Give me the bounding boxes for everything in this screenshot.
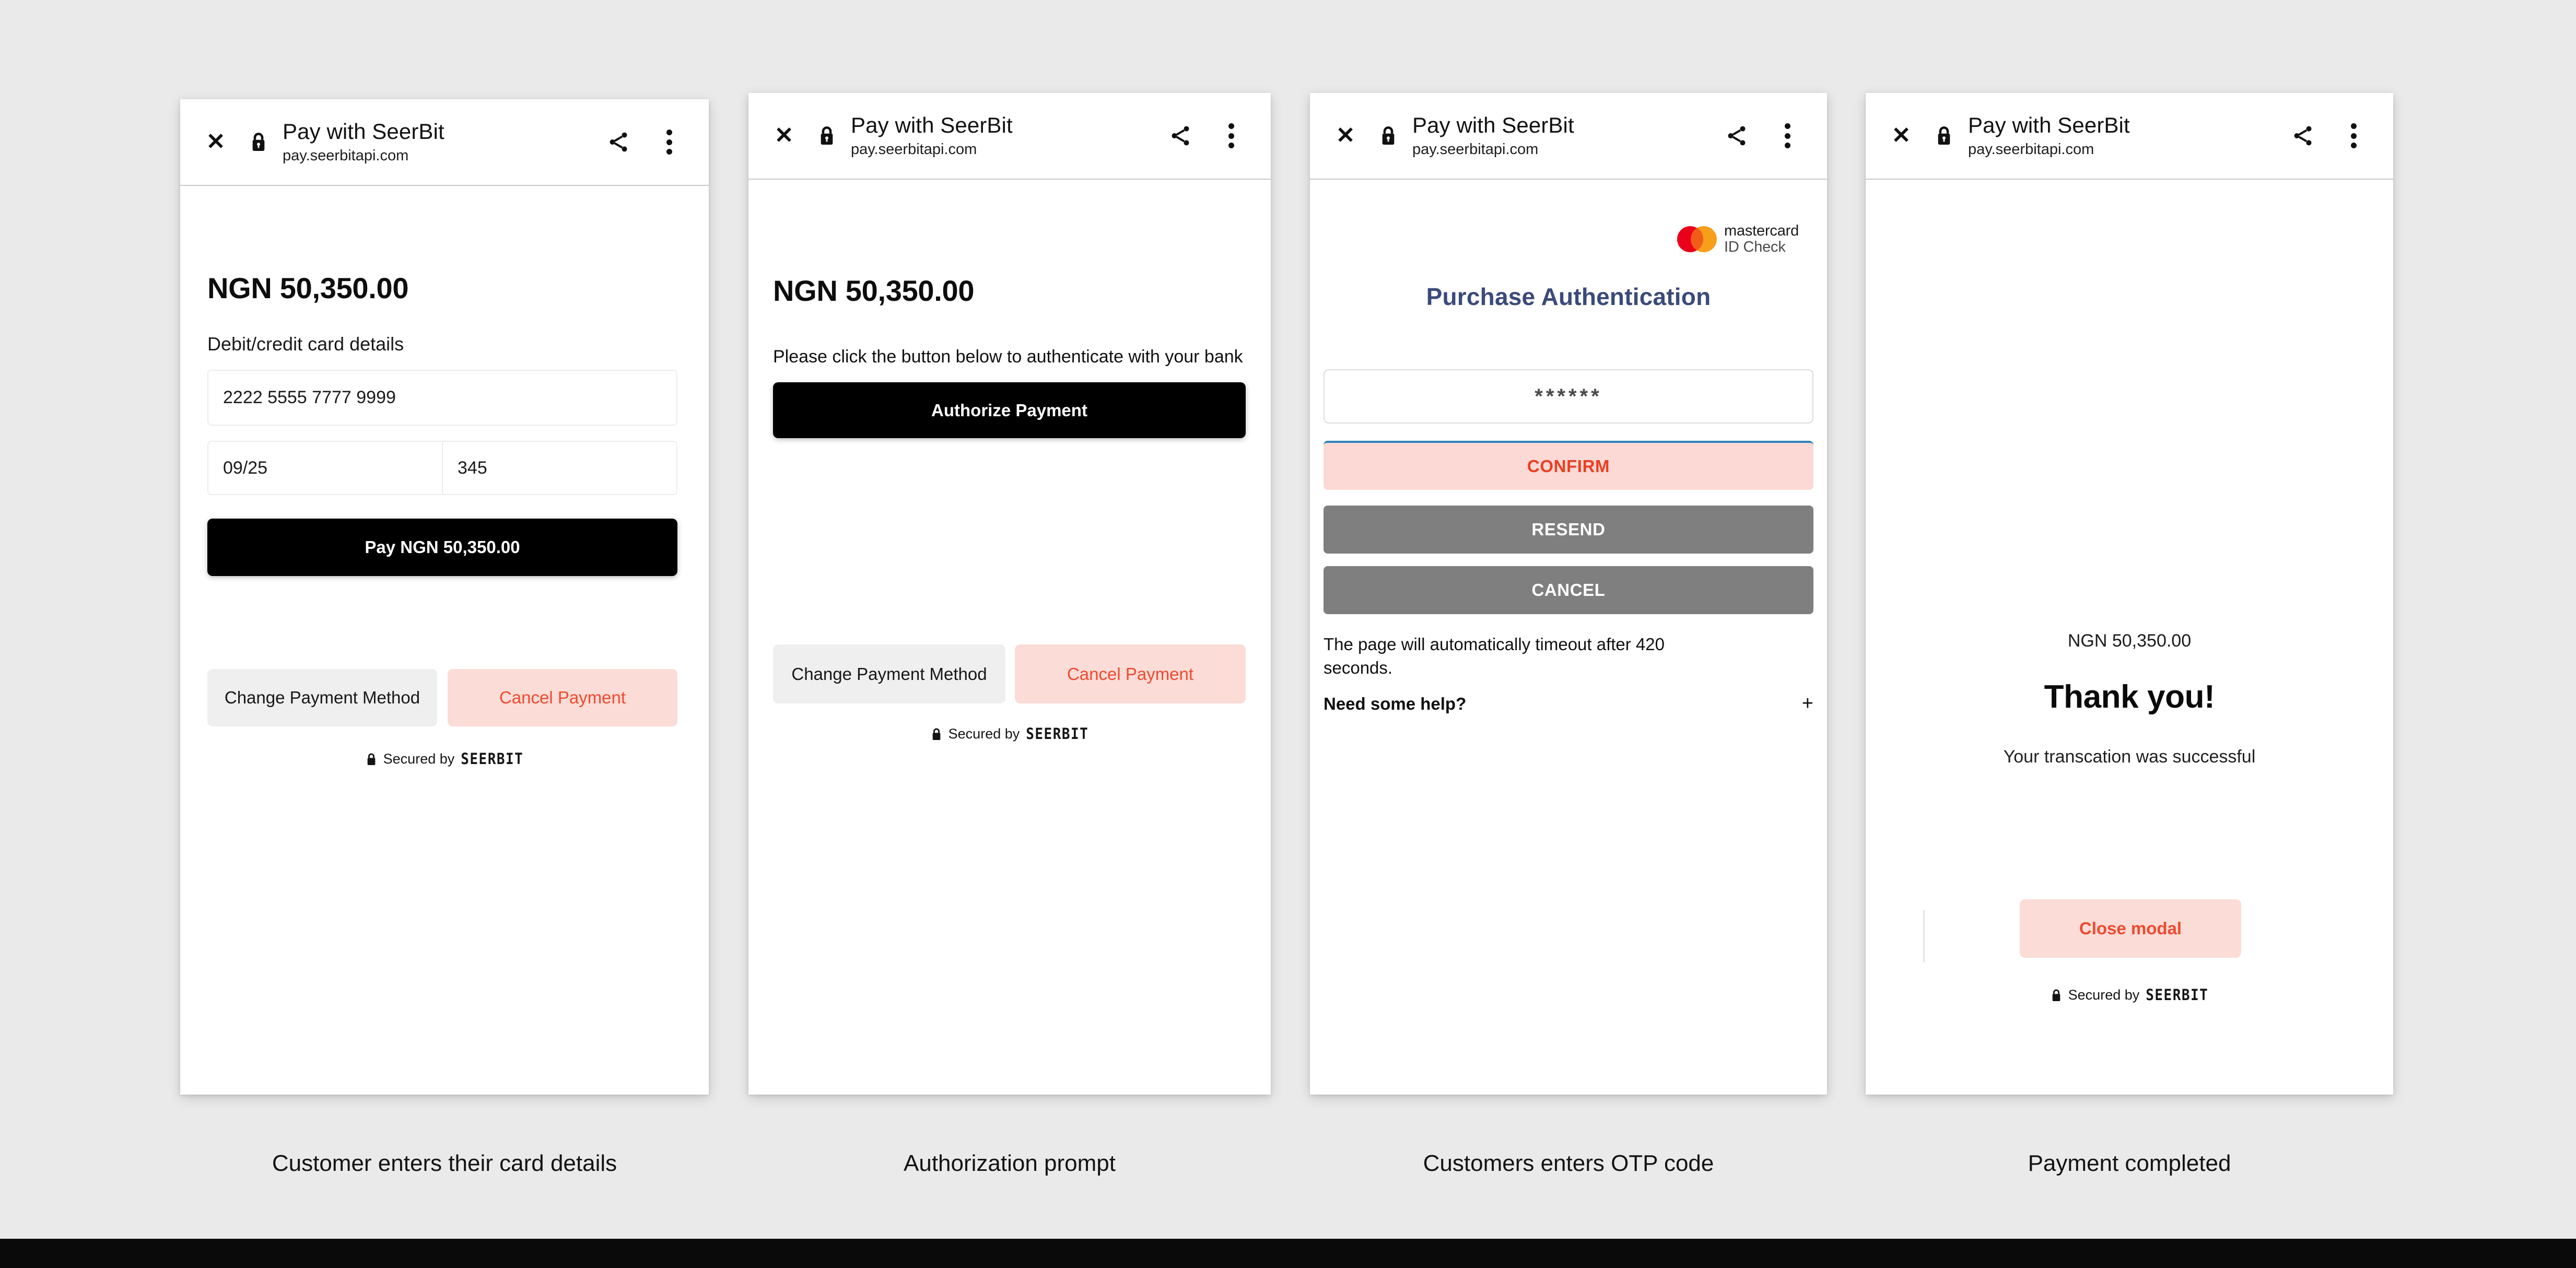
vertical-divider	[1923, 910, 1925, 962]
mastercard-wordmark: mastercard ID Check	[1724, 223, 1799, 255]
cvv-input[interactable]: 345	[442, 442, 676, 494]
share-icon[interactable]	[1167, 123, 1193, 149]
change-payment-method-button[interactable]: Change Payment Method	[773, 644, 1005, 703]
secured-by-footer: Secured by SEERBIT	[748, 725, 1271, 743]
plus-icon[interactable]: +	[1802, 692, 1813, 715]
card-number-input[interactable]: 2222 5555 7777 9999	[207, 370, 677, 426]
purchase-authentication-title: Purchase Authentication	[1426, 283, 1711, 310]
slide-canvas: ✕ Pay with SeerBit pay.seerbitapi.com NG…	[0, 0, 2576, 1239]
timeout-notice: The page will automatically timeout afte…	[1324, 635, 1665, 677]
need-help-label: Need some help?	[1324, 694, 1467, 713]
panel-body: NGN 50,350.00 Debit/credit card details …	[180, 186, 709, 1095]
mastercard-id-check-logo: mastercard ID Check	[1677, 223, 1799, 255]
more-vertical-icon[interactable]	[2343, 122, 2364, 149]
lock-icon	[249, 131, 268, 153]
secured-text: Secured by	[948, 726, 1020, 742]
amount-display: NGN 50,350.00	[207, 272, 409, 304]
mastercard-circles-icon	[1677, 226, 1717, 252]
thank-you-title: Thank you!	[2044, 679, 2215, 715]
caption-card-details: Customer enters their card details	[272, 1150, 617, 1176]
cancel-payment-button[interactable]: Cancel Payment	[1015, 644, 1246, 703]
secured-text: Secured by	[383, 751, 455, 767]
authorize-payment-button[interactable]: Authorize Payment	[773, 382, 1246, 438]
page-url: pay.seerbitapi.com	[851, 141, 977, 158]
id-check-label: ID Check	[1724, 238, 1786, 255]
panel-body: NGN 50,350.00 Please click the button be…	[748, 180, 1271, 1095]
lock-icon	[2052, 989, 2060, 1001]
secured-by-footer: Secured by SEERBIT	[180, 750, 709, 768]
close-modal-button[interactable]: Close modal	[2020, 899, 2241, 958]
chrome-text: Pay with SeerBit pay.seerbitapi.com	[1968, 113, 2130, 159]
cancel-payment-button[interactable]: Cancel Payment	[448, 669, 677, 726]
page-title: Pay with SeerBit	[1412, 113, 1574, 138]
pay-button[interactable]: Pay NGN 50,350.00	[207, 519, 677, 576]
page-url: pay.seerbitapi.com	[1968, 141, 2094, 158]
resend-button[interactable]: RESEND	[1324, 506, 1813, 554]
browser-chrome: ✕ Pay with SeerBit pay.seerbitapi.com	[748, 93, 1271, 180]
browser-chrome: ✕ Pay with SeerBit pay.seerbitapi.com	[1310, 93, 1827, 180]
share-icon[interactable]	[605, 129, 631, 155]
browser-chrome: ✕ Pay with SeerBit pay.seerbitapi.com	[180, 99, 709, 186]
page-url: pay.seerbitapi.com	[283, 147, 409, 165]
amount-display: NGN 50,350.00	[773, 274, 975, 307]
change-payment-method-button[interactable]: Change Payment Method	[207, 669, 437, 726]
secured-text: Secured by	[2068, 987, 2140, 1003]
lock-icon	[817, 125, 836, 147]
chrome-text: Pay with SeerBit pay.seerbitapi.com	[851, 113, 1013, 159]
lock-icon	[1379, 125, 1398, 147]
card-details-label: Debit/credit card details	[207, 333, 404, 355]
page-title: Pay with SeerBit	[851, 113, 1013, 138]
lock-icon	[1935, 125, 1953, 147]
otp-input[interactable]: ******	[1324, 369, 1813, 424]
bottom-bar	[0, 1239, 2576, 1268]
more-vertical-icon[interactable]	[1221, 122, 1242, 149]
close-icon[interactable]: ✕	[1890, 124, 1913, 147]
seerbit-wordmark: SEERBIT	[461, 750, 524, 768]
phone-panel-success: ✕ Pay with SeerBit pay.seerbitapi.com NG…	[1866, 93, 2393, 1095]
chrome-text: Pay with SeerBit pay.seerbitapi.com	[283, 119, 444, 165]
lock-icon	[367, 753, 375, 765]
success-amount: NGN 50,350.00	[2067, 631, 2192, 651]
authorize-instruction: Please click the button below to authent…	[773, 347, 1243, 367]
close-icon[interactable]: ✕	[772, 124, 795, 147]
panel-body: mastercard ID Check Purchase Authenticat…	[1310, 180, 1827, 1095]
share-icon[interactable]	[1724, 123, 1750, 149]
phone-panel-authorization: ✕ Pay with SeerBit pay.seerbitapi.com NG…	[748, 93, 1271, 1095]
chrome-text: Pay with SeerBit pay.seerbitapi.com	[1412, 113, 1574, 159]
lock-icon	[932, 728, 940, 740]
mastercard-label: mastercard	[1724, 222, 1799, 239]
secured-by-footer: Secured by SEERBIT	[1866, 986, 2393, 1004]
expiry-input[interactable]: 09/25	[208, 442, 442, 494]
caption-authorization: Authorization prompt	[904, 1150, 1116, 1176]
page-url: pay.seerbitapi.com	[1412, 141, 1539, 158]
close-icon[interactable]: ✕	[204, 131, 227, 154]
phone-panel-otp: ✕ Pay with SeerBit pay.seerbitapi.com ma…	[1310, 93, 1827, 1095]
expiry-cvv-row: 09/25 345	[207, 441, 677, 495]
caption-completed: Payment completed	[2028, 1150, 2231, 1176]
close-icon[interactable]: ✕	[1334, 124, 1357, 147]
panel-body: NGN 50,350.00 Thank you! Your transcatio…	[1866, 180, 2393, 1095]
share-icon[interactable]	[2290, 123, 2316, 149]
seerbit-wordmark: SEERBIT	[2146, 986, 2209, 1004]
success-subtitle: Your transcation was successful	[2003, 747, 2256, 767]
more-vertical-icon[interactable]	[1777, 122, 1798, 149]
page-title: Pay with SeerBit	[1968, 113, 2130, 138]
page-title: Pay with SeerBit	[283, 119, 444, 144]
confirm-button[interactable]: CONFIRM	[1324, 441, 1813, 490]
need-help-row[interactable]: Need some help? +	[1324, 692, 1813, 715]
caption-otp: Customers enters OTP code	[1423, 1150, 1714, 1176]
seerbit-wordmark: SEERBIT	[1026, 725, 1089, 743]
browser-chrome: ✕ Pay with SeerBit pay.seerbitapi.com	[1866, 93, 2393, 180]
cancel-button[interactable]: CANCEL	[1324, 566, 1813, 614]
more-vertical-icon[interactable]	[659, 128, 680, 156]
phone-panel-card-details: ✕ Pay with SeerBit pay.seerbitapi.com NG…	[180, 99, 709, 1095]
